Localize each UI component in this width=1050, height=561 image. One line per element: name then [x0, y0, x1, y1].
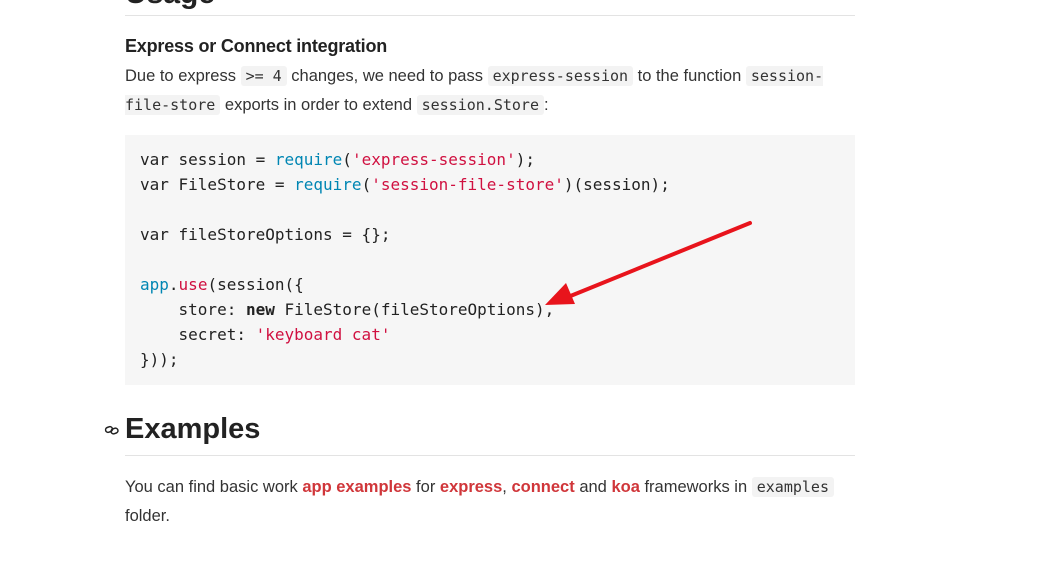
code-token: FileStore(fileStoreOptions), [274, 300, 555, 319]
code-token: app [140, 275, 169, 294]
integration-paragraph: Due to express >= 4 changes, we need to … [125, 62, 855, 120]
code-token: ); [515, 150, 535, 169]
code-token: store: [140, 300, 246, 319]
text: changes, we need to pass [286, 67, 488, 85]
code-token: 'keyboard cat' [255, 325, 391, 344]
code-content: var session = require('express-session')… [140, 147, 670, 372]
code-block[interactable]: var session = require('express-session')… [125, 135, 855, 385]
code-token: . [168, 275, 179, 294]
text: folder. [125, 507, 170, 525]
text: frameworks in [639, 478, 752, 496]
code-token: require [294, 175, 362, 194]
code-token: (session({ [207, 275, 304, 294]
code-token: var fileStoreOptions = {}; [140, 225, 391, 244]
inline-code: session.Store [416, 95, 544, 115]
inline-code: examples [751, 477, 834, 497]
link-icon[interactable] [104, 422, 120, 438]
code-token: use [178, 275, 208, 294]
code-token: })); [140, 350, 179, 369]
code-token: new [245, 300, 275, 319]
text: Due to express [125, 67, 241, 85]
code-token: 'session-file-store' [371, 175, 564, 194]
examples-heading: Examples [125, 413, 261, 445]
code-token: )(session); [563, 175, 670, 194]
inline-code: >= 4 [240, 66, 287, 86]
text: : [544, 96, 549, 114]
app-examples-link[interactable]: app examples [302, 478, 411, 496]
heading-divider [125, 15, 855, 16]
code-token: secret: [140, 325, 256, 344]
code-token: var FileStore = [140, 175, 295, 194]
express-link[interactable]: express [440, 478, 502, 496]
usage-heading: Usage [125, 0, 215, 14]
koa-link[interactable]: koa [611, 478, 639, 496]
code-token: var session = [140, 150, 275, 169]
code-token: ( [361, 175, 372, 194]
inline-code: express-session [487, 66, 634, 86]
integration-heading: Express or Connect integration [125, 36, 388, 56]
text: You can find basic work [125, 478, 303, 496]
code-token: ( [342, 150, 352, 169]
text: exports in order to extend [220, 96, 417, 114]
heading-divider [125, 455, 855, 456]
connect-link[interactable]: connect [511, 478, 574, 496]
examples-paragraph: You can find basic work app examples for… [125, 473, 855, 531]
code-token: require [274, 150, 343, 169]
text: to the function [633, 67, 746, 85]
text: for [411, 478, 440, 496]
code-token: 'express-session' [351, 150, 516, 169]
text: and [574, 478, 612, 496]
